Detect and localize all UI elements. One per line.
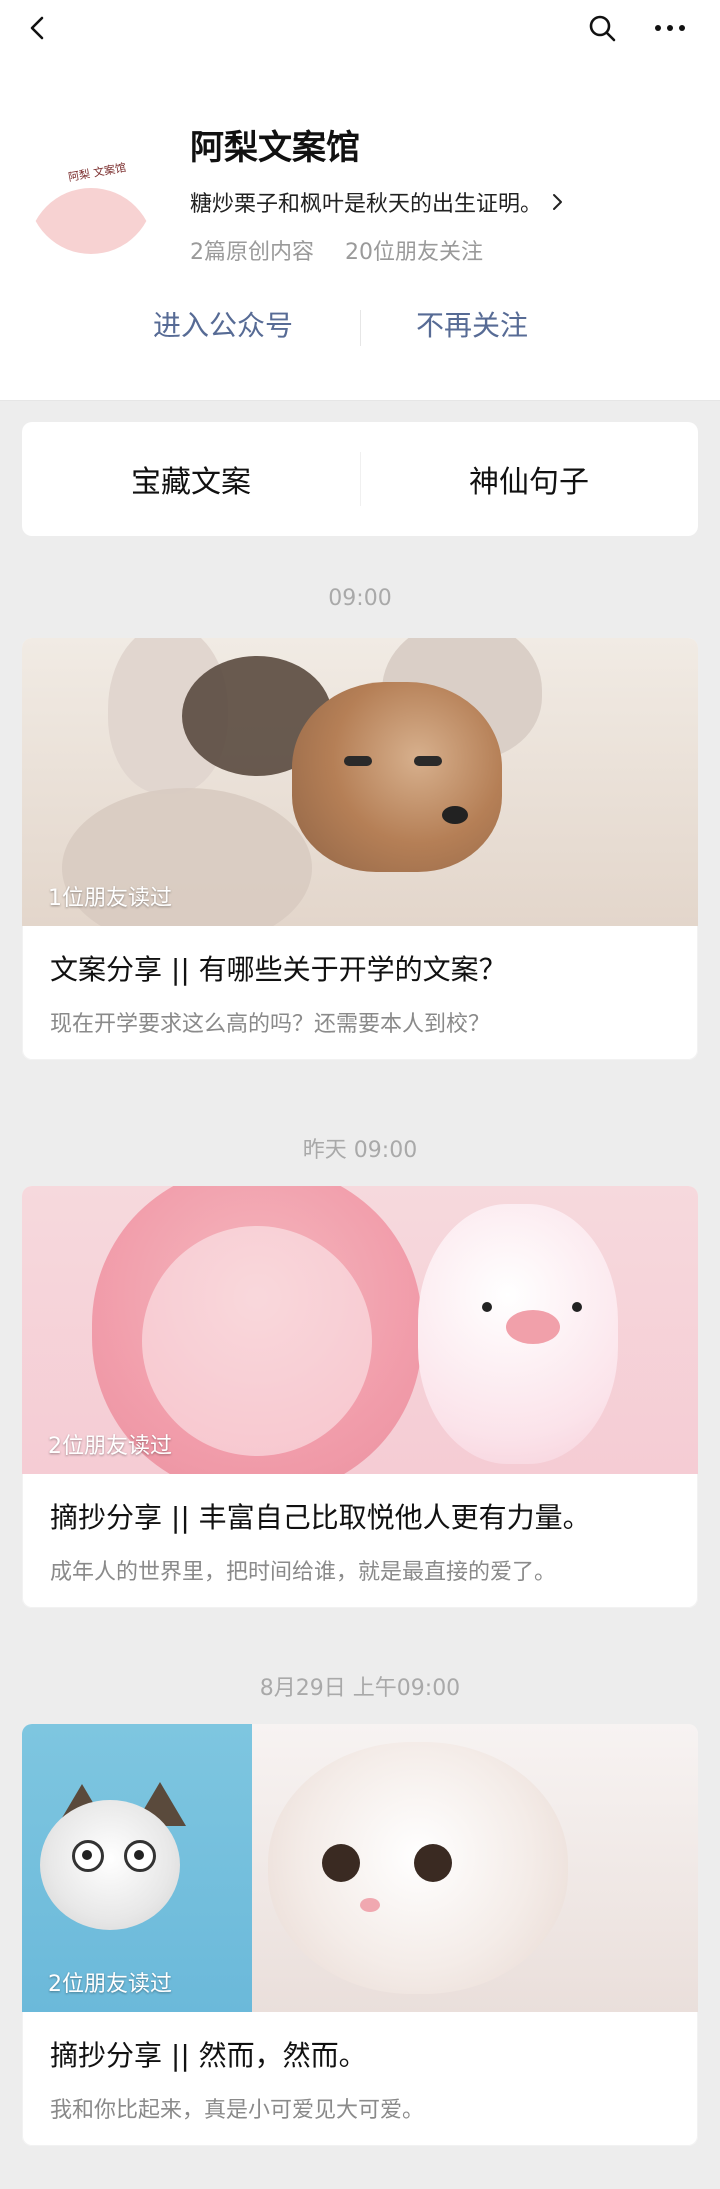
back-button[interactable]: [20, 10, 56, 46]
chevron-left-icon: [30, 16, 44, 40]
search-icon: [589, 15, 616, 42]
tab-baozang-wenan[interactable]: 宝藏文案: [131, 457, 251, 501]
followers-count: 20位朋友关注: [345, 240, 483, 265]
article-cover-image: 1位朋友读过: [22, 638, 698, 926]
article-title[interactable]: 摘抄分享 || 然而，然而。: [50, 2034, 670, 2074]
unfollow-button[interactable]: 不再关注: [416, 304, 528, 344]
account-name[interactable]: 阿梨文案馆: [190, 120, 360, 169]
article-cover-image: 2位朋友读过: [22, 1186, 698, 1474]
actions-divider: [360, 310, 361, 346]
article-meta: 摘抄分享 || 丰富自己比取悦他人更有力量。 成年人的世界里，把时间给谁，就是最…: [22, 1474, 698, 1608]
article-summary: 现在开学要求这么高的吗？还需要本人到校？: [50, 1012, 491, 1037]
article-card[interactable]: 2位朋友读过 摘抄分享 || 然而，然而。 我和你比起来，真是小可爱见大可爱。: [22, 1724, 698, 2146]
account-header: 阿梨 文案馆 阿梨文案馆 糖炒栗子和枫叶是秋天的出生证明。 2篇原创内容 20位…: [0, 58, 720, 401]
article-card[interactable]: 2位朋友读过 摘抄分享 || 丰富自己比取悦他人更有力量。 成年人的世界里，把时…: [22, 1186, 698, 1608]
tab-shenxian-juzi[interactable]: 神仙句子: [469, 457, 589, 501]
time-separator: 09:00: [328, 586, 392, 611]
top-bar: [0, 0, 720, 58]
account-actions: 进入公众号 不再关注: [0, 304, 720, 364]
account-description-text: 糖炒栗子和枫叶是秋天的出生证明。: [190, 192, 543, 217]
time-separator: 8月29日 上午09:00: [259, 1676, 461, 1701]
tab-divider: [360, 452, 361, 506]
readers-count: 1位朋友读过: [48, 886, 172, 911]
article-meta: 摘抄分享 || 然而，然而。 我和你比起来，真是小可爱见大可爱。: [22, 2012, 698, 2146]
avatar-logo-text: 阿梨 文案馆: [67, 161, 128, 184]
article-summary: 成年人的世界里，把时间给谁，就是最直接的爱了。: [50, 1560, 557, 1585]
avatar-bg: [28, 188, 154, 254]
time-separator: 昨天 09:00: [302, 1138, 418, 1163]
avatar[interactable]: 阿梨 文案馆: [28, 128, 154, 254]
article-title[interactable]: 文案分享 || 有哪些关于开学的文案？: [50, 948, 670, 988]
enter-account-button[interactable]: 进入公众号: [153, 304, 293, 344]
article-title[interactable]: 摘抄分享 || 丰富自己比取悦他人更有力量。: [50, 1496, 670, 1536]
article-summary: 我和你比起来，真是小可爱见大可爱。: [50, 2098, 425, 2123]
more-icon: [655, 25, 685, 31]
article-card[interactable]: 1位朋友读过 文案分享 || 有哪些关于开学的文案？ 现在开学要求这么高的吗？还…: [22, 638, 698, 1060]
category-tabs: 宝藏文案 神仙句子: [22, 422, 698, 536]
readers-count: 2位朋友读过: [48, 1434, 172, 1459]
search-button[interactable]: [584, 10, 620, 46]
article-cover-image: 2位朋友读过: [22, 1724, 698, 2012]
account-stats: 2篇原创内容 20位朋友关注: [190, 234, 483, 266]
account-description[interactable]: 糖炒栗子和枫叶是秋天的出生证明。: [190, 186, 564, 218]
article-meta: 文案分享 || 有哪些关于开学的文案？ 现在开学要求这么高的吗？还需要本人到校？: [22, 926, 698, 1060]
readers-count: 2位朋友读过: [48, 1972, 172, 1997]
more-button[interactable]: [648, 10, 692, 46]
chevron-right-icon: [553, 194, 563, 210]
original-count: 2篇原创内容: [190, 240, 314, 265]
